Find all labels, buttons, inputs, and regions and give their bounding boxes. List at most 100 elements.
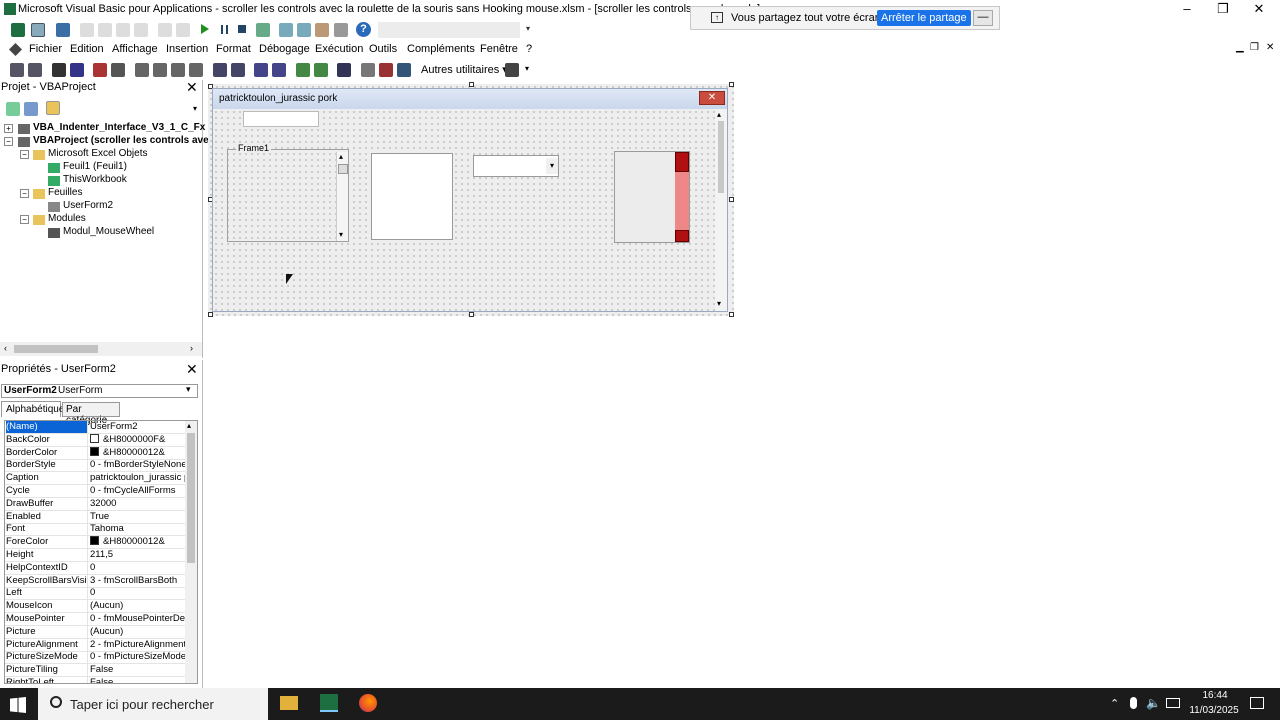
autres-utilitaires-dropdown[interactable]: Autres utilitaires ▾: [421, 63, 508, 76]
child-minimize-button[interactable]: ▁: [1236, 42, 1244, 53]
align-bottom-icon[interactable]: [171, 63, 185, 77]
save-icon[interactable]: [56, 23, 70, 37]
minimize-button[interactable]: –: [1169, 0, 1205, 18]
project-pane-close-icon[interactable]: ✕: [186, 80, 198, 94]
menu-fenetre[interactable]: Fenêtre: [480, 43, 518, 55]
project-explorer-icon[interactable]: [279, 23, 293, 37]
property-value[interactable]: Tahoma: [90, 523, 185, 535]
property-row[interactable]: Height 211,5: [5, 549, 185, 562]
tree-structure-icon[interactable]: [337, 63, 351, 77]
toolbar-overflow-icon[interactable]: ▾: [526, 24, 532, 38]
scroll-down-button[interactable]: [675, 230, 689, 242]
scroll-thumb[interactable]: [338, 164, 348, 174]
chevron-down-icon[interactable]: ▾: [186, 384, 191, 395]
scroll-up-icon[interactable]: ▴: [339, 152, 343, 161]
undo-icon[interactable]: [158, 23, 172, 37]
tab-alphabetique[interactable]: Alphabétique: [1, 401, 64, 417]
clock-date[interactable]: 11/03/2025: [1184, 705, 1244, 716]
project-toolbar-overflow-icon[interactable]: ▾: [193, 104, 197, 113]
property-row[interactable]: MouseIcon (Aucun): [5, 600, 185, 614]
property-row[interactable]: KeepScrollBarsVisible3 - fmScrollBarsBot…: [5, 574, 185, 588]
form-close-icon[interactable]: ✕: [699, 91, 725, 105]
property-row[interactable]: Enabled True: [5, 510, 185, 524]
property-row[interactable]: DrawBuffer 32000: [5, 497, 185, 511]
property-value[interactable]: (Aucun): [90, 600, 185, 612]
tree-item-excel-objets[interactable]: Microsoft Excel Objets: [48, 148, 147, 159]
property-row[interactable]: PictureAlignment 2 - fmPictureAlignmentC: [5, 638, 185, 652]
tree-item-feuilles[interactable]: Feuilles: [48, 187, 82, 198]
scroll-left-icon[interactable]: ‹: [4, 343, 7, 353]
property-row[interactable]: Caption patricktoulon_jurassic po: [5, 472, 185, 486]
resize-handle[interactable]: [729, 197, 734, 202]
tree-item-userform2[interactable]: UserForm2: [63, 200, 113, 211]
property-value[interactable]: 0 - fmCycleAllForms: [90, 485, 185, 497]
insert-userform-icon[interactable]: [31, 23, 45, 37]
properties-pane-close-icon[interactable]: ✕: [186, 362, 198, 376]
scroll-thumb[interactable]: [718, 121, 724, 193]
eraser-icon[interactable]: [361, 63, 375, 77]
menu-outils[interactable]: Outils: [369, 43, 397, 55]
image-control[interactable]: [614, 151, 690, 243]
property-value[interactable]: patricktoulon_jurassic po: [90, 472, 185, 484]
tree-item-modules[interactable]: Modules: [48, 213, 86, 224]
resize-handle[interactable]: [729, 312, 734, 317]
property-value[interactable]: 0: [90, 562, 185, 574]
expander-minus-icon[interactable]: −: [20, 189, 29, 198]
paste-icon[interactable]: [116, 23, 130, 37]
view-object-icon[interactable]: [24, 102, 38, 116]
find-icon[interactable]: [134, 23, 148, 37]
clear-icon[interactable]: [379, 63, 393, 77]
list-bullets-icon[interactable]: [231, 63, 245, 77]
resize-handle[interactable]: [469, 312, 474, 317]
object-selector[interactable]: UserForm2 UserForm ▾: [1, 384, 198, 398]
scroll-right-icon[interactable]: ›: [190, 343, 193, 353]
property-value[interactable]: (Aucun): [90, 626, 185, 638]
resize-handle[interactable]: [208, 312, 213, 317]
red-scrollbar[interactable]: [675, 152, 689, 242]
property-value[interactable]: 32000: [90, 498, 185, 510]
property-row[interactable]: BorderStyle 0 - fmBorderStyleNone: [5, 459, 185, 473]
design-mode-icon[interactable]: [256, 23, 270, 37]
property-value[interactable]: &H80000012&: [90, 536, 185, 548]
pause-icon[interactable]: [221, 25, 228, 34]
scroll-up-icon[interactable]: ▴: [187, 421, 191, 430]
property-row[interactable]: MousePointer 0 - fmMousePointerDefa: [5, 613, 185, 626]
property-row[interactable]: (Name) UserForm2: [5, 421, 185, 434]
cut-icon[interactable]: [80, 23, 94, 37]
property-value[interactable]: &H80000012&: [90, 446, 185, 459]
help-icon[interactable]: ?: [356, 22, 371, 37]
network-icon[interactable]: [1166, 698, 1180, 708]
chevron-down-icon[interactable]: ▾: [546, 158, 558, 174]
scroll-thumb[interactable]: [14, 345, 98, 353]
scroll-down-icon[interactable]: ▾: [717, 299, 721, 308]
search-replace-icon[interactable]: [70, 63, 84, 77]
restore-button[interactable]: ❐: [1205, 0, 1241, 18]
indent-module-icon[interactable]: [28, 63, 42, 77]
resize-handle[interactable]: [729, 82, 734, 87]
property-value[interactable]: 3 - fmScrollBarsBoth: [90, 575, 185, 587]
property-row[interactable]: Left 0: [5, 587, 185, 601]
property-row[interactable]: PictureTiling False: [5, 664, 185, 678]
property-value[interactable]: 0 - fmMousePointerDefa: [90, 613, 185, 625]
property-row[interactable]: HelpContextID 0: [5, 561, 185, 575]
property-value[interactable]: True: [90, 511, 185, 523]
form-vertical-scrollbar[interactable]: ▴ ▾: [715, 109, 727, 311]
property-row[interactable]: BackColor &H8000000F&: [5, 433, 185, 447]
scroll-up-button[interactable]: [675, 152, 689, 172]
menu-edition[interactable]: Edition: [70, 43, 104, 55]
property-row[interactable]: PictureSizeMode 0 - fmPictureSizeModeCl: [5, 651, 185, 665]
chevron-up-icon[interactable]: ⌃: [1110, 697, 1119, 710]
property-value[interactable]: 2 - fmPictureAlignmentC: [90, 639, 185, 651]
combobox-control[interactable]: ▾: [473, 155, 559, 177]
excel-taskbar-icon[interactable]: [320, 694, 338, 712]
copy-icon[interactable]: [98, 23, 112, 37]
textbox-control[interactable]: [243, 111, 319, 127]
property-row[interactable]: Font Tahoma: [5, 523, 185, 537]
excel-icon[interactable]: [11, 23, 25, 37]
tree-item-thisworkbook[interactable]: ThisWorkbook: [63, 174, 127, 185]
properties-window-icon[interactable]: [297, 23, 311, 37]
menu-affichage[interactable]: Affichage: [112, 43, 158, 55]
menu-insertion[interactable]: Insertion: [166, 43, 208, 55]
menu-format[interactable]: Format: [216, 43, 251, 55]
property-row[interactable]: BorderColor &H80000012&: [5, 446, 185, 460]
